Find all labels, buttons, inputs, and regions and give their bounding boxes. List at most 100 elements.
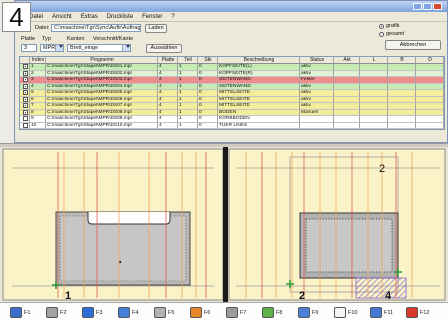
auswaehlen-button[interactable]: Auswählen (146, 44, 182, 53)
left-workpiece-inner-contour (59, 215, 187, 282)
minimize-icon[interactable] (413, 3, 422, 10)
right-workpiece-drill-row (305, 218, 393, 273)
row-checkbox[interactable] (22, 64, 28, 69)
row-checkbox[interactable] (22, 103, 28, 108)
laden-button[interactable]: Laden (145, 24, 167, 33)
right-panel[interactable]: 2 2 4 (228, 148, 446, 302)
disc-icon (226, 307, 238, 318)
program-table: Index Programm Platte Teil Stk Beschreibung St… (19, 56, 445, 130)
chevron-down-icon[interactable] (59, 45, 63, 48)
column-header-stk[interactable]: Stk (198, 57, 218, 64)
kanten-label: Kanten (67, 36, 85, 42)
cell-teil: 1 (178, 122, 198, 129)
close-icon[interactable] (433, 3, 442, 10)
page-icon (334, 307, 346, 318)
row-checkbox[interactable] (22, 70, 28, 76)
menu-item[interactable]: Ansicht (52, 12, 72, 21)
column-header-akt[interactable]: Akt (334, 57, 360, 64)
column-header-d[interactable]: D (416, 57, 444, 64)
toolbar-button-f1[interactable]: F1 (10, 303, 46, 322)
toolbar-key-label: F11 (384, 309, 394, 316)
toolbar-key-label: F9 (312, 309, 319, 316)
toolbar-button-f6[interactable]: F6 (190, 303, 226, 322)
column-header-teil[interactable]: Teil (178, 57, 198, 64)
column-header-index[interactable]: Index (30, 57, 46, 64)
left-panel[interactable]: 1 (2, 148, 224, 302)
radio-button[interactable] (379, 24, 384, 29)
title-bar[interactable] (15, 1, 447, 12)
menu-item[interactable]: Fenster (142, 12, 162, 21)
toolbar-key-label: F1 (24, 309, 31, 316)
radio-grafik[interactable]: grafik (379, 23, 399, 30)
toolbar-button-f11[interactable]: F11 (370, 303, 406, 322)
toolbar-button-f3[interactable]: F3 (82, 303, 118, 322)
toolbar-button-f12[interactable]: F12 (406, 303, 442, 322)
drawing-view[interactable]: 1 2 2 4 (0, 147, 448, 302)
document-icon (118, 307, 130, 318)
row-checkbox[interactable] (22, 77, 28, 82)
cell-b (388, 122, 416, 129)
toolbar-button-f5[interactable]: F5 (154, 303, 190, 322)
datei-label: Datei: (35, 25, 50, 31)
cell-l (360, 122, 388, 129)
callout-number: 4 (2, 2, 31, 32)
toolbar-key-label: F4 (132, 309, 139, 316)
row-checkbox[interactable] (22, 109, 28, 115)
toolbar-key-label: F8 (276, 309, 283, 316)
column-header-desc[interactable]: Beschreibung (218, 57, 300, 64)
app-window: Datei Ansicht Extras Druckliste Fenster? Dat… (14, 0, 448, 143)
table-row[interactable]: 10 C:\maschine\Tgr\Stapel\MPR\DS10.mpr 4 1 0… (20, 122, 444, 129)
settings-icon (154, 307, 166, 318)
abbrechen-button[interactable]: Abbrechen (385, 40, 441, 50)
toolbar-button-f9[interactable]: F9 (298, 303, 334, 322)
toolbar-button-f2[interactable]: F2 (46, 303, 82, 322)
callout-number: 2 (379, 163, 385, 175)
callout-number: 2 (299, 290, 305, 302)
menu-item[interactable]: Datei (29, 12, 43, 21)
menu-item[interactable]: ? (171, 12, 174, 21)
row-checkbox[interactable] (22, 90, 28, 95)
row-checkbox[interactable] (22, 83, 28, 89)
cell-status (300, 122, 334, 129)
column-header-check[interactable] (20, 57, 30, 64)
column-header-program[interactable]: Programm (46, 57, 158, 64)
column-header-status[interactable]: Status (300, 57, 334, 64)
refresh-icon (82, 307, 94, 318)
box-icon (46, 307, 58, 318)
toolbar-button-f4[interactable]: F4 (118, 303, 154, 322)
radio-label: grafik (386, 23, 400, 29)
row-checkbox[interactable] (22, 122, 28, 128)
row-select-cell[interactable] (20, 122, 30, 129)
radio-button[interactable] (379, 32, 384, 37)
window-icon (370, 307, 382, 318)
delete-icon (406, 307, 418, 318)
menu-item[interactable]: Druckliste (107, 12, 133, 21)
radio-label: gesamt (386, 31, 405, 37)
row-checkbox[interactable] (22, 116, 28, 121)
chevron-down-icon[interactable] (126, 45, 130, 48)
column-header-b[interactable]: B (388, 57, 416, 64)
print-icon (10, 307, 22, 318)
function-key-toolbar: F1 F2 F3 F4 F5 F6 F7 F8 F9 F10 F11 F12 (0, 302, 448, 322)
datei-path-field[interactable]: C:\maschine\Tgr\Sync\Auftr\Auftrag4.ini (51, 24, 141, 32)
toolbar-button-f7[interactable]: F7 (226, 303, 262, 322)
platte-field[interactable]: 3 (21, 44, 37, 52)
typ-select[interactable]: MPR (40, 44, 64, 52)
toolbar-key-label: F3 (96, 309, 103, 316)
cell-desc: TUER LINKS (218, 122, 300, 129)
toolbar-key-label: F6 (204, 309, 211, 316)
column-header-l[interactable]: L (360, 57, 388, 64)
maximize-icon[interactable] (423, 3, 432, 10)
menu-bar: Datei Ansicht Extras Druckliste Fenster? (15, 12, 447, 22)
menu-item[interactable]: Extras (81, 12, 98, 21)
toolbar-key-label: F2 (60, 309, 67, 316)
panel-divider[interactable] (223, 147, 228, 302)
toolbar-button-f10[interactable]: F10 (334, 303, 370, 322)
kanten-select[interactable]: Brett_einge (67, 44, 131, 52)
cell-akt (334, 122, 360, 129)
toolbar-button-f8[interactable]: F8 (262, 303, 298, 322)
radio-gesamt[interactable]: gesamt (379, 31, 404, 38)
row-checkbox[interactable] (22, 96, 28, 102)
column-header-platte[interactable]: Platte (158, 57, 178, 64)
kanten-select-value[interactable]: Brett_einge (67, 44, 131, 52)
